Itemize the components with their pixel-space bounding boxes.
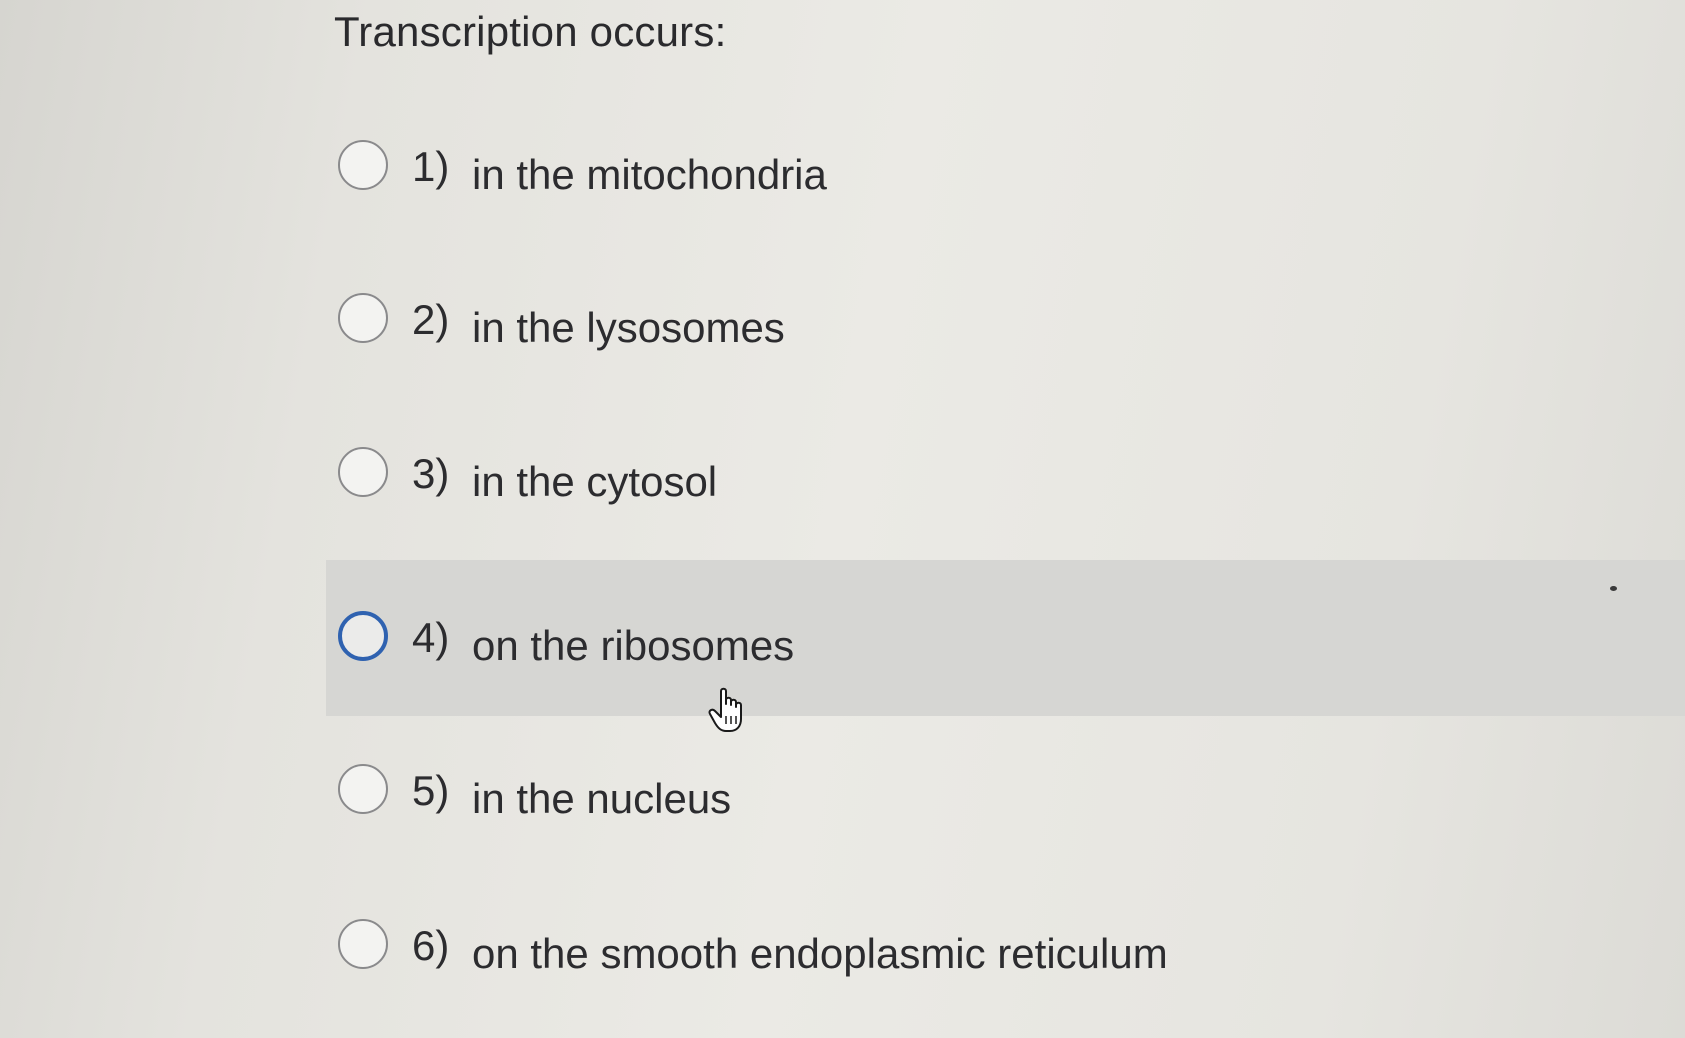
- option-2-radio[interactable]: [338, 293, 388, 343]
- option-1[interactable]: 1) in the mitochondria: [326, 89, 1685, 245]
- option-6-radio[interactable]: [338, 919, 388, 969]
- option-1-label: in the mitochondria: [472, 151, 827, 198]
- answer-options: 1) in the mitochondria 2) in the lysosom…: [0, 0, 1685, 1038]
- option-4[interactable]: 4) on the ribosomes: [326, 560, 1685, 716]
- option-3-number: 3): [412, 450, 450, 497]
- option-2-label: in the lysosomes: [472, 304, 785, 351]
- option-5-number: 5): [412, 767, 450, 814]
- option-1-number: 1): [412, 143, 450, 190]
- option-5-radio[interactable]: [338, 764, 388, 814]
- hand-pointer-icon: [708, 686, 748, 734]
- option-1-radio[interactable]: [338, 140, 388, 190]
- option-3-label: in the cytosol: [472, 458, 718, 505]
- option-4-radio[interactable]: [338, 611, 388, 661]
- option-5-label: in the nucleus: [472, 775, 732, 822]
- option-3-radio[interactable]: [338, 447, 388, 497]
- option-3[interactable]: 3) in the cytosol: [326, 396, 1685, 552]
- option-2[interactable]: 2) in the lysosomes: [326, 242, 1685, 398]
- option-6-label: on the smooth endoplasmic reticulum: [472, 930, 1168, 977]
- option-2-number: 2): [412, 296, 450, 343]
- option-5[interactable]: 5) in the nucleus: [326, 713, 1685, 869]
- option-6-number: 6): [412, 922, 450, 969]
- screen-speck: [1610, 586, 1617, 591]
- option-6[interactable]: 6) on the smooth endoplasmic reticulum: [326, 868, 1685, 1024]
- option-4-label: on the ribosomes: [472, 622, 795, 669]
- option-4-number: 4): [412, 614, 450, 661]
